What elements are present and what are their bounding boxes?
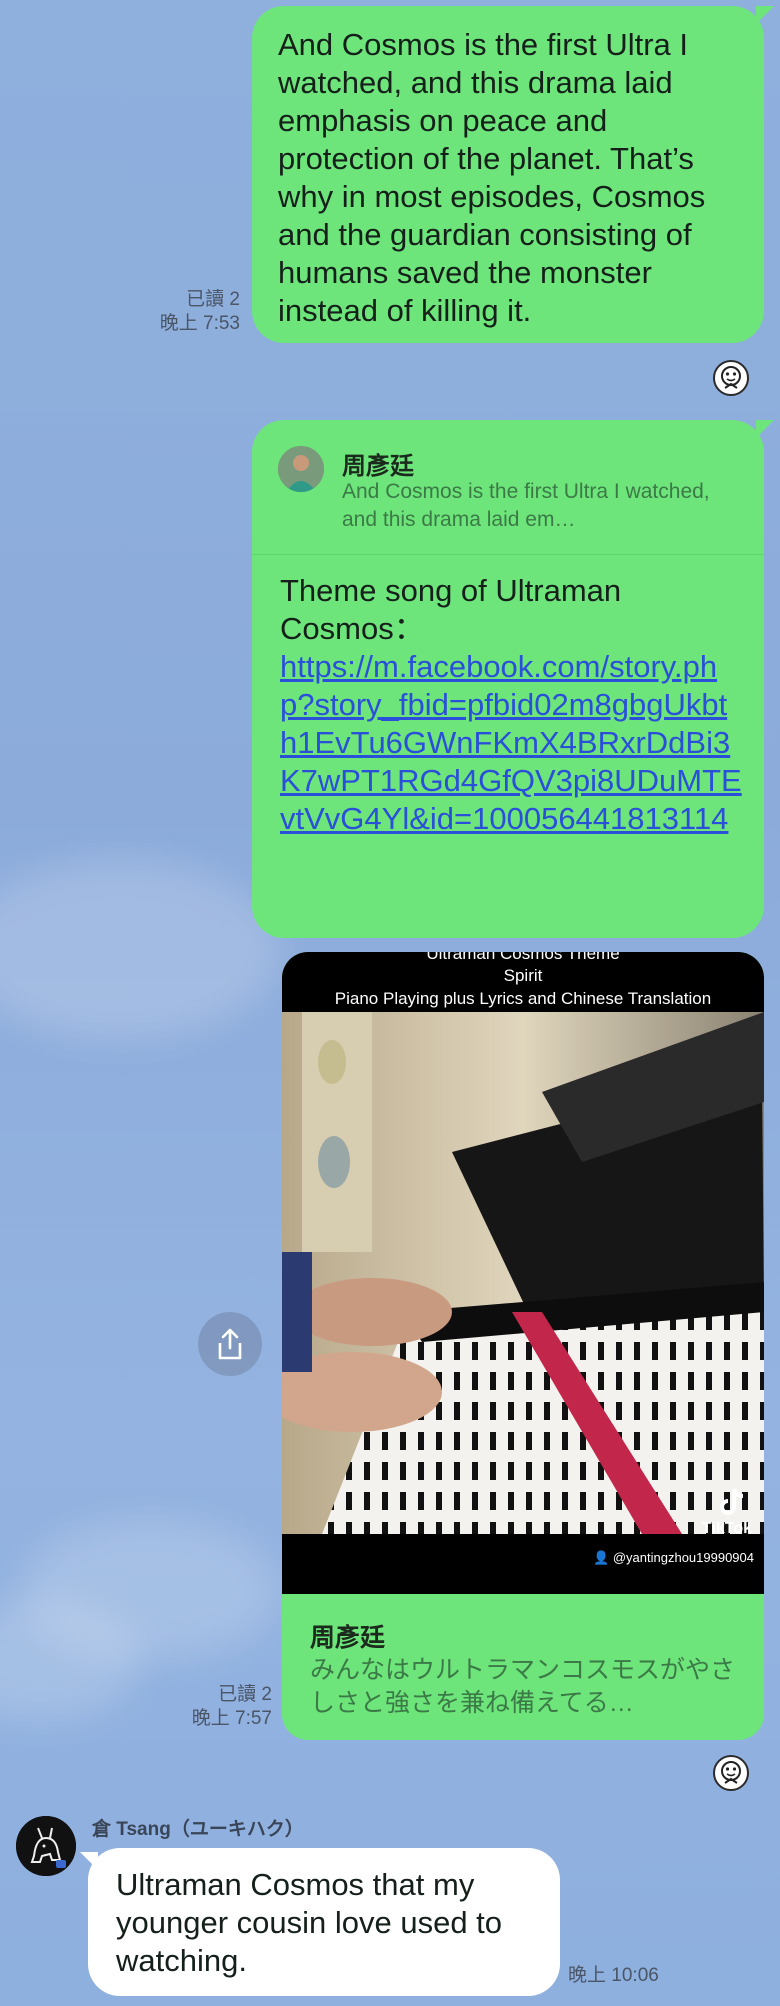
piano-scene <box>282 1012 764 1534</box>
reply-snippet: And Cosmos is the first Ultra I watched,… <box>342 480 710 531</box>
timestamp: 晚上 7:57 <box>191 1708 272 1729</box>
reply-name: 周彥廷 <box>342 453 414 480</box>
video-card[interactable]: Ultraman Cosmos Theme Spirit Piano Playi… <box>282 952 764 1740</box>
sender-avatar[interactable] <box>16 1816 76 1876</box>
bubble-tail <box>756 420 774 438</box>
reply-quote[interactable]: 周彥廷 And Cosmos is the first Ultra I watc… <box>252 420 764 555</box>
user-icon: 👤 <box>593 1550 610 1565</box>
message-text: Ultraman Cosmos that my younger cousin l… <box>116 1867 503 1978</box>
share-icon <box>218 1328 242 1360</box>
message-text: And Cosmos is the first Ultra I watched,… <box>278 27 706 328</box>
message-meta-1: 已讀 2 晚上 7:53 <box>120 288 240 336</box>
message-body: Theme song of Ultraman Cosmos： https://m… <box>280 572 742 838</box>
read-receipt-avatar-icon[interactable] <box>713 360 749 396</box>
read-receipt-avatar-icon[interactable] <box>713 1755 749 1791</box>
video-card-preview: みんなはウルトラマンコスモスがやさしさと強さを兼ね備えてる… <box>310 1656 736 1717</box>
bubble-tail <box>80 1852 98 1870</box>
video-title: Spirit <box>503 966 543 985</box>
message-meta-3: 已讀 2 晚上 7:57 <box>140 1683 272 1731</box>
tiktok-username: 👤 @yantingzhou19990904 <box>593 1550 754 1566</box>
outgoing-message-2[interactable]: 周彥廷 And Cosmos is the first Ultra I watc… <box>252 420 764 938</box>
tiktok-label: TikTok <box>701 1520 752 1537</box>
reply-avatar <box>278 446 324 492</box>
read-count: 已讀 2 <box>218 1684 272 1705</box>
video-subtitle: Piano Playing plus Lyrics and Chinese Tr… <box>334 989 712 1008</box>
tiktok-username-text: @yantingzhou19990904 <box>612 1550 754 1565</box>
share-button[interactable] <box>198 1312 262 1376</box>
bubble-tail <box>756 6 774 24</box>
dog-avatar-icon <box>16 1816 76 1876</box>
sender-name: 倉 Tsang（ユーキハク） <box>92 1819 304 1840</box>
timestamp: 晚上 10:06 <box>568 1965 659 1986</box>
video-card-name: 周彥廷 <box>310 1624 386 1652</box>
tiktok-logo-icon <box>720 1487 746 1517</box>
incoming-message[interactable]: Ultraman Cosmos that my younger cousin l… <box>88 1848 560 1996</box>
message-body-text: Theme song of Ultraman Cosmos： <box>280 573 622 646</box>
outgoing-message-1[interactable]: And Cosmos is the first Ultra I watched,… <box>252 6 764 343</box>
timestamp: 晚上 7:53 <box>159 313 240 334</box>
video-thumbnail[interactable]: Ultraman Cosmos Theme Spirit Piano Playi… <box>282 952 764 1594</box>
video-cut-title: Ultraman Cosmos Theme <box>426 952 620 963</box>
read-count: 已讀 2 <box>186 289 240 310</box>
facebook-story-link[interactable]: https://m.facebook.com/story.php?story_f… <box>280 649 742 836</box>
